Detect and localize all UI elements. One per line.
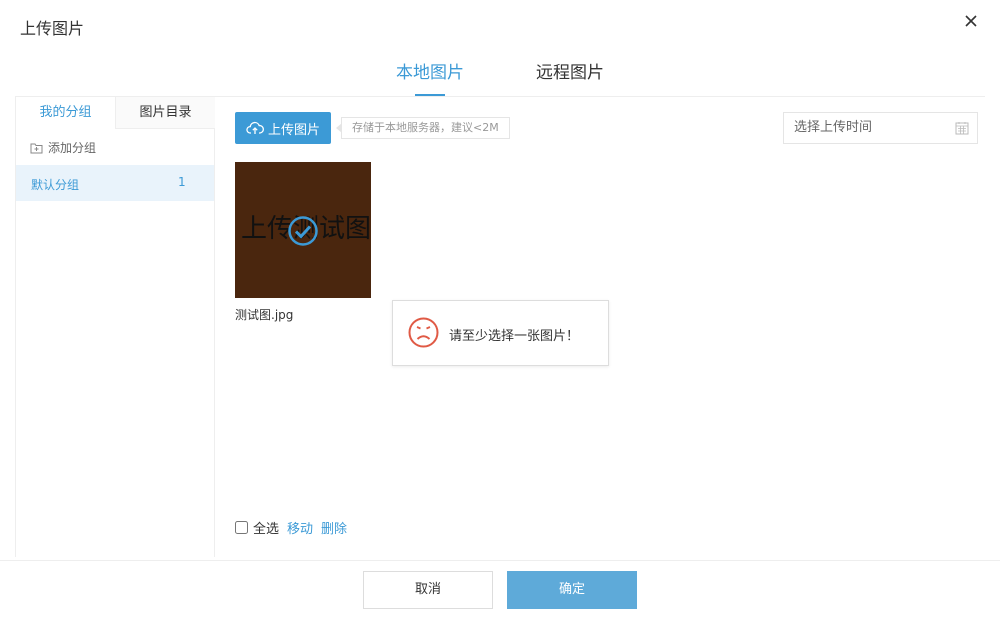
select-all-checkbox[interactable] [235,521,248,534]
add-group-button[interactable]: 添加分组 [30,139,96,156]
source-tabs: 本地图片 远程图片 [0,58,1000,96]
sidebar-item-default-group[interactable]: 默认分组 1 [16,165,214,201]
calendar-icon [955,122,969,135]
select-all-label: 全选 [253,522,280,537]
folder-add-icon [30,143,43,153]
toast-message: 请至少选择一张图片！ [449,329,580,344]
group-sidebar: 我的分组 图片目录 添加分组 默认分组 1 [15,97,215,557]
bulk-actions: 全选 移动 删除 [235,518,347,537]
add-group-label: 添加分组 [48,141,97,155]
close-icon[interactable] [960,10,982,32]
cloud-upload-icon [246,121,264,134]
tab-remote-images[interactable]: 远程图片 [530,58,610,96]
footer-divider [0,560,1000,561]
date-placeholder: 选择上传时间 [794,120,873,135]
dialog-title: 上传图片 [20,19,85,38]
upload-image-dialog: 上传图片 本地图片 远程图片 我的分组 图片目录 添加分组 默认分组 1 上传图… [0,0,1000,619]
tab-image-directory[interactable]: 图片目录 [116,97,215,129]
cancel-button[interactable]: 取消 [363,571,493,609]
move-link[interactable]: 移动 [287,518,313,537]
upload-image-button[interactable]: 上传图片 [235,112,331,144]
group-name: 默认分组 [31,178,80,192]
sad-face-icon [408,317,439,348]
upload-hint: 存储于本地服务器，建议<2M [336,117,510,139]
image-filename: 测试图.jpg [235,308,294,322]
delete-link[interactable]: 删除 [321,518,347,537]
tab-local-images[interactable]: 本地图片 [390,58,470,96]
confirm-button[interactable]: 确定 [507,571,637,609]
group-count: 1 [178,175,186,189]
tab-my-groups[interactable]: 我的分组 [16,97,116,129]
selected-check-icon [288,216,318,246]
select-all-control[interactable]: 全选 [235,518,279,537]
upload-button-label: 上传图片 [267,122,320,138]
upload-date-picker[interactable]: 选择上传时间 [783,112,978,144]
image-thumbnail[interactable]: 上传测试图 [235,162,371,298]
warning-toast: 请至少选择一张图片！ [392,300,609,366]
